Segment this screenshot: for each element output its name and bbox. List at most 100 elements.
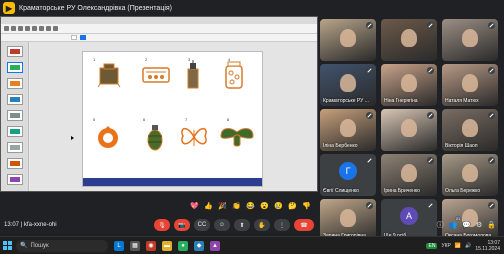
participant-tile[interactable] [442,19,498,61]
info-icon[interactable]: ⓘ [437,220,444,230]
participant-tile[interactable]: Іліна Бербенко [320,109,376,151]
open-icon [11,26,16,31]
presenter-bar: ▶ Краматорське РУ Олександрівка (Презент… [0,0,320,16]
app-icon[interactable]: ▲ [210,240,220,251]
participant-tile[interactable]: Ірина Бриченко [381,154,437,196]
participant-tile[interactable]: Г Євгії Слищенко [320,154,376,196]
participant-tile[interactable]: Краматорське РУ ... [320,64,376,106]
participant-video [401,118,417,137]
reaction-sad-icon[interactable]: 😢 [274,202,283,211]
slide-thumb[interactable] [7,110,23,121]
redo-icon [39,26,44,31]
reaction-laugh-icon[interactable]: 😂 [246,202,255,211]
reaction-party-icon[interactable]: 🎉 [218,202,227,211]
participant-tile[interactable]: Ніна Гнерягіна [381,64,437,106]
reactions-bar: 💖 👍 🎉 👏 😂 😮 😢 🤔 👎 [190,202,311,211]
taskbar: 🔍 Пошук L ▦ ◉ ▬ ● ◆ ▲ EN УКР 📶 🔊 13:07 15… [0,236,504,254]
volume-icon[interactable]: 🔊 [465,243,471,249]
radio-icon [142,67,170,83]
raise-hand-button[interactable]: ✋ [254,219,270,231]
jar-icon [225,61,243,89]
language-indicator[interactable]: УКР [441,243,450,249]
taskbar-clock[interactable]: 13:07 15.11.2024 [475,240,500,252]
participant-video [462,163,478,182]
slide-footer [83,178,262,186]
participant-tile[interactable]: Наталя Матюх [442,64,498,106]
system-tray: EN УКР 📶 🔊 13:07 15.11.2024 [426,240,500,252]
participant-tile[interactable] [381,109,437,151]
reaction-surprised-icon[interactable]: 😮 [260,202,269,211]
search-icon: 🔍 [20,243,28,249]
app-toolbar [1,24,317,34]
more-options-button[interactable]: ⋮ [274,219,290,231]
app-icon[interactable]: ◆ [194,240,204,251]
participant-tile[interactable] [381,19,437,61]
activities-icon[interactable]: ⚙ [476,221,482,229]
mic-off-icon [427,112,434,119]
participant-video [462,118,478,137]
mic-off-icon [488,157,495,164]
reaction-thumbs-up-icon[interactable]: 👍 [204,202,213,211]
slide-thumb[interactable] [7,126,23,137]
reaction-clap-icon[interactable]: 👏 [232,202,241,211]
new-icon [4,26,9,31]
participant-video [340,118,356,137]
slide-thumb[interactable] [7,78,23,89]
app-icon[interactable]: L [114,240,124,251]
reaction-thinking-icon[interactable]: 🤔 [288,202,297,211]
taskbar-search[interactable]: 🔍 Пошук [16,239,108,252]
mic-off-icon [366,22,373,29]
leave-call-button[interactable]: ☎ [294,219,314,231]
app-icon[interactable]: ◉ [146,240,156,251]
participant-name: Євгії Слищенко [323,188,359,194]
participant-video [401,73,417,92]
participant-name: Наталя Матюх [445,98,479,104]
ribbon-chip [71,35,77,40]
app-icon[interactable]: ▦ [130,240,140,251]
chat-icon[interactable]: 💬 [462,221,471,229]
slide-thumb[interactable] [7,174,23,185]
hand-grenade-icon [147,125,163,151]
folder-icon[interactable]: ▬ [162,240,172,251]
slide-thumb[interactable] [7,94,23,105]
reaction-thumbs-down-icon[interactable]: 👎 [302,202,311,211]
shape-icon [53,26,58,31]
avatar: Г [339,161,357,180]
camera-off-button[interactable]: 📷 [174,219,190,231]
windows-start-icon[interactable] [3,241,12,250]
slides-panel [1,42,29,191]
participant-tile[interactable]: Ольга Бережко [442,154,498,196]
slide-thumb[interactable] [7,46,23,57]
mine-icon [97,63,121,88]
app-titlebar [1,17,317,24]
mic-off-button[interactable]: 🎙 [154,219,170,231]
chrome-icon[interactable]: ● [178,240,188,251]
mic-off-icon [366,112,373,119]
mic-off-icon [488,202,495,209]
slide-thumb[interactable] [7,142,23,153]
participant-tile[interactable]: Вікторія Шаоп [442,109,498,151]
participant-video [401,163,417,182]
participant-video [462,73,478,92]
item-number: 8 [227,117,230,122]
participant-video [340,28,356,47]
text-icon [46,26,51,31]
mic-off-icon [366,202,373,209]
participant-name: Ніна Гнерягіна [384,98,418,104]
tray-indicator[interactable]: EN [426,242,438,249]
participant-tile[interactable] [320,19,376,61]
mic-off-icon [488,22,495,29]
participant-video [340,73,356,92]
people-icon[interactable]: 👥 21 [449,216,462,229]
mouse-cursor-icon [71,136,74,140]
slide-thumb[interactable] [7,62,23,73]
wifi-icon[interactable]: 📶 [455,243,461,249]
slide-thumb[interactable] [7,158,23,169]
slide-canvas: 1 2 3 4 5 6 7 8 [30,42,317,191]
reactions-button[interactable]: ☺ [214,219,230,231]
host-controls-icon[interactable]: 🔒 [487,221,496,229]
reaction-heart-icon[interactable]: 💖 [190,202,199,211]
captions-button[interactable]: CC [194,219,210,231]
item-number: 1 [93,57,96,62]
present-button[interactable]: ⬆ [234,219,250,231]
